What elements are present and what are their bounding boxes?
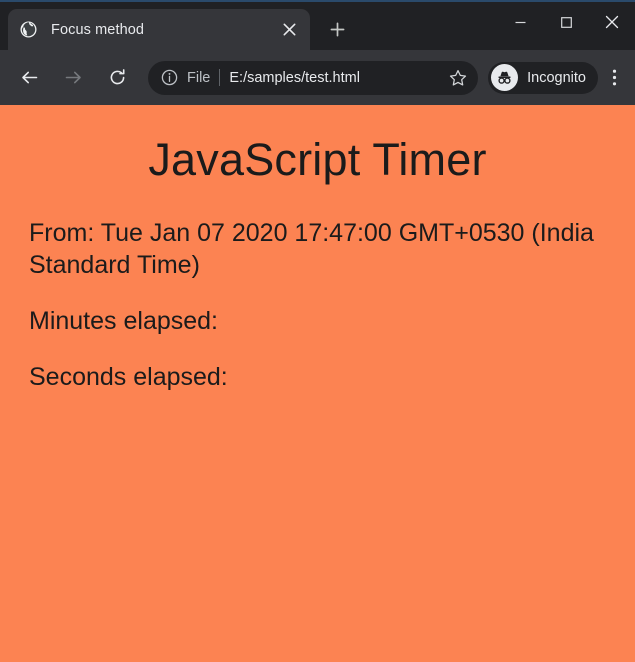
maximize-icon[interactable] bbox=[543, 2, 589, 42]
forward-arrow-icon bbox=[56, 61, 90, 95]
tab-title: Focus method bbox=[51, 21, 145, 38]
incognito-badge[interactable]: Incognito bbox=[488, 61, 598, 94]
omnibox-url-text[interactable]: E:/samples/test.html bbox=[229, 70, 440, 86]
minimize-icon[interactable] bbox=[497, 2, 543, 42]
browser-window: Focus method File E:/samples/test.html I… bbox=[0, 0, 635, 662]
address-bar[interactable]: File E:/samples/test.html bbox=[148, 60, 479, 95]
new-tab-button[interactable] bbox=[322, 14, 352, 44]
omnibox-divider bbox=[219, 69, 221, 86]
browser-toolbar: File E:/samples/test.html Incognito bbox=[0, 50, 635, 105]
browser-tab-focus-method[interactable]: Focus method bbox=[8, 9, 310, 50]
page-title: JavaScript Timer bbox=[148, 134, 487, 185]
back-arrow-icon[interactable] bbox=[12, 61, 46, 95]
close-icon[interactable] bbox=[589, 2, 635, 42]
tab-close-icon[interactable] bbox=[276, 17, 302, 43]
reload-icon[interactable] bbox=[100, 61, 134, 95]
info-circle-icon[interactable] bbox=[160, 69, 178, 87]
globe-icon bbox=[20, 21, 37, 38]
page-viewport: JavaScript Timer From: Tue Jan 07 2020 1… bbox=[0, 105, 635, 662]
incognito-hat-glasses-icon bbox=[491, 64, 519, 91]
timer-from-line: From: Tue Jan 07 2020 17:47:00 GMT+0530 … bbox=[29, 218, 594, 279]
three-dot-menu-icon[interactable] bbox=[600, 61, 628, 95]
omnibox-scheme-label: File bbox=[187, 69, 211, 86]
incognito-label: Incognito bbox=[527, 69, 586, 86]
bookmark-star-icon[interactable] bbox=[444, 64, 472, 92]
timer-seconds-line: Seconds elapsed: bbox=[29, 362, 228, 391]
window-controls bbox=[497, 2, 635, 42]
timer-minutes-line: Minutes elapsed: bbox=[29, 306, 219, 335]
tab-strip: Focus method bbox=[0, 2, 635, 50]
